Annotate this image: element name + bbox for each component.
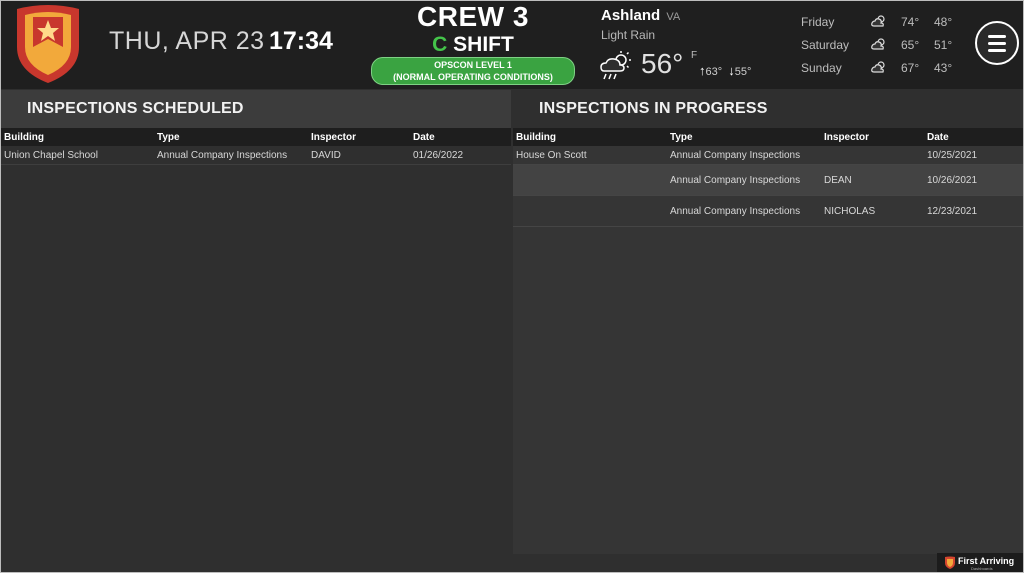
inspections-scheduled-panel: INSPECTIONS SCHEDULED Building Type Insp… xyxy=(1,90,511,572)
weather-state: VA xyxy=(666,11,681,23)
menu-button[interactable] xyxy=(975,21,1019,65)
partly-cloudy-icon xyxy=(871,38,885,50)
hamburger-icon xyxy=(988,49,1006,52)
hamburger-icon xyxy=(988,42,1006,45)
weather-condition: Light Rain xyxy=(601,28,656,42)
column-header: Type xyxy=(154,128,308,146)
table-row[interactable]: Union Chapel School Annual Company Inspe… xyxy=(1,146,511,165)
rain-cloud-sun-icon xyxy=(600,51,631,80)
opscon-badge: OPSCON LEVEL 1 (NORMAL OPERATING CONDITI… xyxy=(371,57,575,85)
forecast-day: Friday xyxy=(801,15,835,29)
inspector-cell xyxy=(821,146,924,165)
opscon-description: (NORMAL OPERATING CONDITIONS) xyxy=(393,72,553,82)
building-cell: Union Chapel School xyxy=(1,146,154,165)
forecast-day: Sunday xyxy=(801,61,842,75)
shift-label: C SHIFT xyxy=(373,33,573,57)
inspector-cell: DEAN xyxy=(821,164,924,196)
column-header: Inspector xyxy=(308,128,410,146)
date-cell: 10/25/2021 xyxy=(924,146,1023,165)
table-header-row: Building Type Inspector Date xyxy=(1,128,511,146)
column-header: Date xyxy=(410,128,511,146)
date-cell: 12/23/2021 xyxy=(924,195,1023,227)
forecast-row: Saturday 65° 51° xyxy=(801,38,961,61)
weather-forecast: Friday 74° 48° Saturday 65° 51° Sunday 6… xyxy=(801,15,961,84)
forecast-high: 67° xyxy=(901,61,920,75)
brand-tagline: Dashboards xyxy=(971,566,993,571)
date-cell: 01/26/2022 xyxy=(410,146,511,165)
column-header: Building xyxy=(513,128,667,146)
today-low: 55° xyxy=(734,66,752,78)
first-arriving-logo: First Arriving Dashboards xyxy=(937,553,1023,572)
table-header-row: Building Type Inspector Date xyxy=(513,128,1023,146)
table-row[interactable]: Annual Company Inspections NICHOLAS 12/2… xyxy=(513,195,1023,227)
inspector-cell: NICHOLAS xyxy=(821,195,924,227)
date-cell: 10/26/2021 xyxy=(924,164,1023,196)
table-row[interactable]: Annual Company Inspections DEAN 10/26/20… xyxy=(513,164,1023,196)
shift-letter: C xyxy=(432,33,448,56)
inspector-cell: DAVID xyxy=(308,146,410,165)
column-header: Type xyxy=(667,128,821,146)
forecast-low: 48° xyxy=(934,15,953,29)
forecast-row: Friday 74° 48° xyxy=(801,15,961,38)
header-bar: THU, APR 23 17:34 CREW 3 C SHIFT OPSCON … xyxy=(1,1,1023,89)
shield-icon xyxy=(945,556,955,569)
crew-label: CREW 3 xyxy=(417,1,529,32)
opscon-level: OPSCON LEVEL 1 xyxy=(434,60,512,70)
forecast-low: 51° xyxy=(934,38,953,52)
panel-title: INSPECTIONS SCHEDULED xyxy=(1,90,511,128)
type-cell: Annual Company Inspections xyxy=(667,164,821,196)
inspections-in-progress-panel: INSPECTIONS IN PROGRESS Building Type In… xyxy=(513,90,1023,554)
department-shield-logo xyxy=(17,5,79,83)
weather-location: Ashland VA xyxy=(601,7,680,24)
dashboard-frame: THU, APR 23 17:34 CREW 3 C SHIFT OPSCON … xyxy=(0,0,1024,573)
temperature-unit: F xyxy=(691,50,698,61)
type-cell: Annual Company Inspections xyxy=(667,195,821,227)
scheduled-table: Building Type Inspector Date Union Chape… xyxy=(1,128,511,165)
current-date: THU, APR 23 xyxy=(109,27,265,55)
weather-city: Ashland xyxy=(601,7,661,24)
panel-title: INSPECTIONS IN PROGRESS xyxy=(513,90,1023,128)
shift-word: SHIFT xyxy=(453,33,514,56)
building-cell xyxy=(513,195,667,227)
type-cell: Annual Company Inspections xyxy=(667,146,821,165)
building-cell: House On Scott xyxy=(513,146,667,165)
current-temperature: 56° xyxy=(641,48,684,79)
building-cell xyxy=(513,164,667,196)
brand-name: First Arriving xyxy=(958,556,1015,566)
partly-cloudy-icon xyxy=(871,61,885,73)
forecast-row: Sunday 67° 43° xyxy=(801,61,961,84)
forecast-high: 65° xyxy=(901,38,920,52)
current-time: 17:34 xyxy=(269,27,333,55)
column-header: Date xyxy=(924,128,1023,146)
column-header: Inspector xyxy=(821,128,924,146)
in-progress-table: Building Type Inspector Date House On Sc… xyxy=(513,128,1023,227)
type-cell: Annual Company Inspections xyxy=(154,146,308,165)
today-high: 63° xyxy=(705,66,723,78)
table-row[interactable]: House On Scott Annual Company Inspection… xyxy=(513,146,1023,165)
partly-cloudy-icon xyxy=(871,15,885,27)
forecast-high: 74° xyxy=(901,15,920,29)
forecast-low: 43° xyxy=(934,61,953,75)
today-high-low: ↑63° ↓55° xyxy=(699,63,751,78)
hamburger-icon xyxy=(988,35,1006,38)
column-header: Building xyxy=(1,128,154,146)
forecast-day: Saturday xyxy=(801,38,850,52)
